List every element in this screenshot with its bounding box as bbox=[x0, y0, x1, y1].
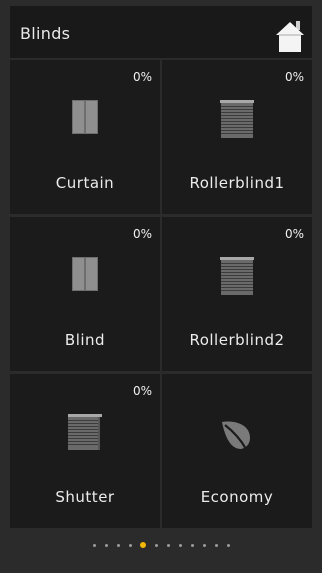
tile-percent: 0% bbox=[132, 384, 152, 398]
tile-percent: 0% bbox=[132, 227, 152, 241]
tile-label: Curtain bbox=[55, 174, 115, 192]
page-dot[interactable] bbox=[178, 543, 182, 547]
tile-shutter[interactable]: 0% Shutter bbox=[10, 374, 160, 528]
tile-rollerblind1[interactable]: 0% Rollerblind1 bbox=[162, 60, 312, 214]
tile-percent: 0% bbox=[284, 227, 304, 241]
tile-blind[interactable]: 0% Blind bbox=[10, 217, 160, 371]
tile-label: Economy bbox=[200, 488, 274, 506]
tile-label: Rollerblind1 bbox=[189, 174, 285, 192]
page-dot[interactable] bbox=[154, 543, 158, 547]
tile-label: Shutter bbox=[55, 488, 115, 506]
app-frame: Blinds 0% Curtain 0% Rollerblind1 0% Bli… bbox=[0, 0, 322, 573]
device-grid: 0% Curtain 0% Rollerblind1 0% Blind 0% R… bbox=[10, 60, 312, 528]
tile-percent: 0% bbox=[284, 70, 304, 84]
tile-rollerblind2[interactable]: 0% Rollerblind2 bbox=[162, 217, 312, 371]
page-dot[interactable] bbox=[226, 543, 230, 547]
page-dot[interactable] bbox=[190, 543, 194, 547]
page-dot-active[interactable] bbox=[140, 542, 146, 548]
page-dot[interactable] bbox=[166, 543, 170, 547]
tile-economy[interactable]: Economy bbox=[162, 374, 312, 528]
tile-label: Rollerblind2 bbox=[189, 331, 285, 349]
curtain-icon bbox=[72, 100, 98, 134]
home-icon bbox=[276, 21, 304, 52]
page-dot[interactable] bbox=[116, 543, 120, 547]
home-button[interactable] bbox=[274, 18, 306, 54]
curtain-icon bbox=[72, 257, 98, 291]
leaf-icon bbox=[222, 421, 250, 450]
page-dot[interactable] bbox=[214, 543, 218, 547]
rollerblind-icon bbox=[220, 100, 254, 138]
page-title: Blinds bbox=[20, 24, 71, 43]
page-header: Blinds bbox=[10, 6, 312, 58]
tile-curtain[interactable]: 0% Curtain bbox=[10, 60, 160, 214]
rollerblind-icon bbox=[220, 257, 254, 295]
page-dot[interactable] bbox=[104, 543, 108, 547]
tile-label: Blind bbox=[64, 331, 106, 349]
page-dot[interactable] bbox=[92, 543, 96, 547]
shutter-icon bbox=[68, 414, 102, 450]
tile-percent: 0% bbox=[132, 70, 152, 84]
page-indicator bbox=[0, 538, 322, 552]
page-dot[interactable] bbox=[202, 543, 206, 547]
page-dot[interactable] bbox=[128, 543, 132, 547]
